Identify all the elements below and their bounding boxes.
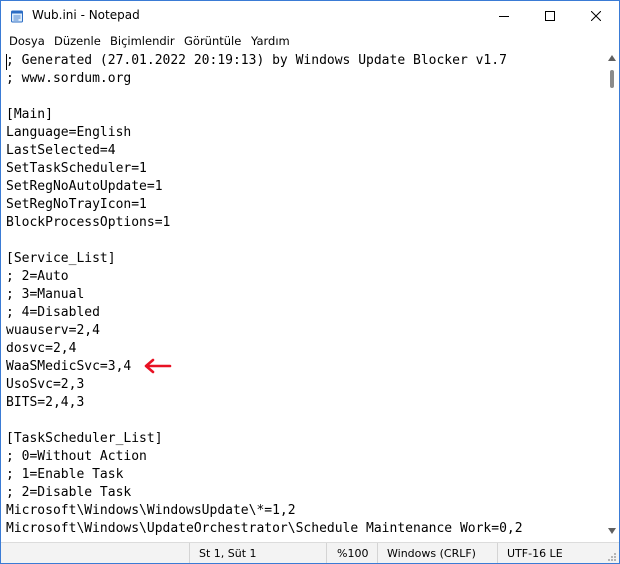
status-cursor-position: St 1, Süt 1	[199, 547, 257, 560]
status-separator	[189, 543, 190, 563]
status-zoom: %100	[337, 547, 369, 560]
editor-line: ; 3=Manual	[6, 287, 85, 302]
scrollbar-thumb[interactable]	[610, 70, 614, 88]
editor-line: ; 4=Disabled	[6, 305, 100, 320]
title-bar[interactable]: Wub.ini - Notepad	[1, 1, 619, 31]
editor-line: BITS=2,4,3	[6, 395, 85, 410]
maximize-icon	[545, 11, 555, 21]
scroll-up-arrow-icon[interactable]	[608, 55, 616, 61]
editor-line: [Main]	[6, 107, 53, 122]
editor-line: ; 1=Enable Task	[6, 467, 124, 482]
editor-line: SetTaskScheduler=1	[6, 161, 147, 176]
editor-line: SetRegNoAutoUpdate=1	[6, 179, 163, 194]
editor-line: BlockProcessOptions=1	[6, 215, 171, 230]
menu-help[interactable]: Yardım	[251, 34, 290, 48]
editor-line: Language=English	[6, 125, 132, 140]
minimize-button[interactable]	[481, 1, 527, 31]
editor-line: ; 2=Disable Task	[6, 485, 132, 500]
close-button[interactable]	[573, 1, 619, 31]
close-icon	[591, 11, 601, 21]
editor-line: ; Generated (27.01.2022 20:19:13) by Win…	[6, 53, 507, 68]
maximize-button[interactable]	[527, 1, 573, 31]
red-arrow-icon	[144, 358, 172, 374]
scroll-down-arrow-icon[interactable]	[608, 528, 616, 534]
editor-line: SetRegNoTrayIcon=1	[6, 197, 147, 212]
window-title: Wub.ini - Notepad	[32, 8, 140, 22]
status-separator	[377, 543, 378, 563]
text-editor[interactable]: ; Generated (27.01.2022 20:19:13) by Win…	[1, 51, 605, 542]
editor-line: ; 0=Without Action	[6, 449, 147, 464]
resize-grip-icon[interactable]	[607, 552, 617, 562]
menu-edit[interactable]: Düzenle	[54, 34, 101, 48]
editor-line: [Service_List]	[6, 251, 116, 266]
vertical-scrollbar[interactable]	[605, 51, 619, 542]
editor-line: dosvc=2,4	[6, 341, 77, 356]
editor-line: UsoSvc=2,3	[6, 377, 85, 392]
status-bar: St 1, Süt 1 %100 Windows (CRLF) UTF-16 L…	[1, 542, 619, 563]
status-separator	[326, 543, 327, 563]
editor-line: [TaskScheduler_List]	[6, 431, 163, 446]
editor-line: ; 2=Auto	[6, 269, 69, 284]
menu-bar: Dosya Düzenle Biçimlendir Görüntüle Yard…	[1, 31, 619, 51]
menu-view[interactable]: Görüntüle	[184, 34, 241, 48]
status-encoding: UTF-16 LE	[507, 547, 563, 560]
notepad-window: Wub.ini - Notepad Dosya Düzenle Biçimlen…	[0, 0, 620, 564]
minimize-icon	[499, 16, 509, 17]
status-line-ending: Windows (CRLF)	[387, 547, 476, 560]
notepad-icon	[11, 10, 23, 23]
menu-file[interactable]: Dosya	[9, 34, 45, 48]
editor-line: Microsoft\Windows\WindowsUpdate\*=1,2	[6, 503, 296, 518]
editor-line: wuauserv=2,4	[6, 323, 100, 338]
editor-line: Microsoft\Windows\UpdateOrchestrator\Sch…	[6, 521, 523, 536]
editor-line: ; www.sordum.org	[6, 71, 132, 86]
editor-line: LastSelected=4	[6, 143, 116, 158]
editor-line: WaaSMedicSvc=3,4	[6, 359, 132, 374]
menu-format[interactable]: Biçimlendir	[110, 34, 175, 48]
status-separator	[497, 543, 498, 563]
